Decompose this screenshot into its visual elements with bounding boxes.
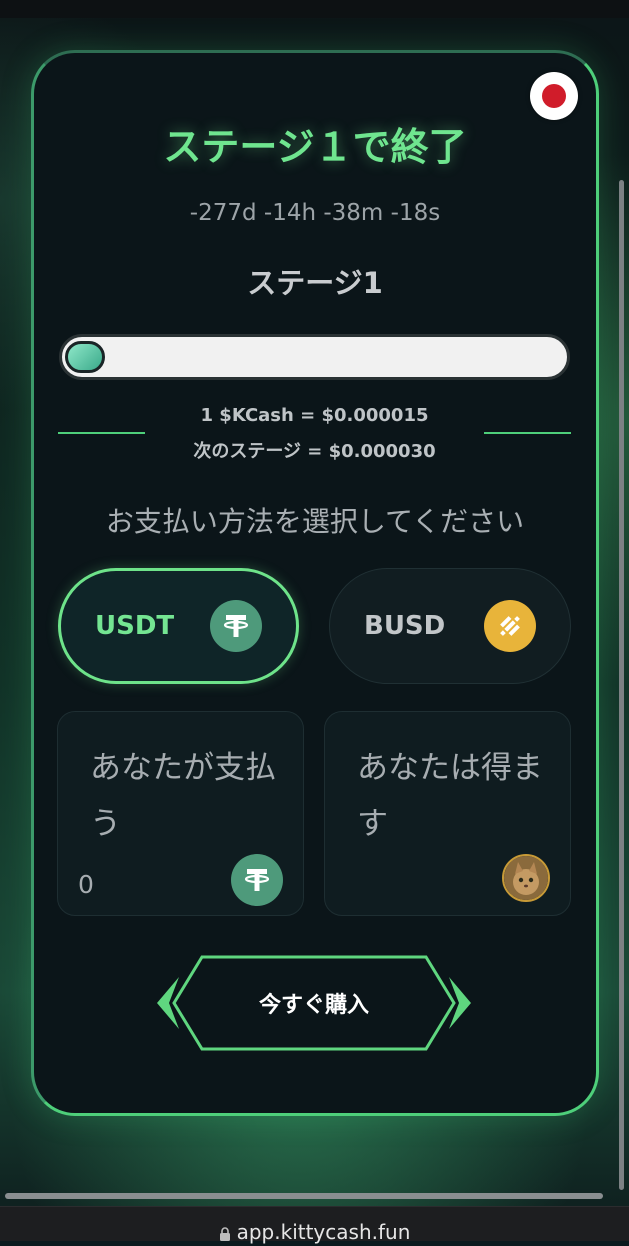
- token-price: 1 $KCash = $0.000015: [200, 405, 429, 426]
- payment-method-prompt: お支払い方法を選択してください: [105, 505, 525, 538]
- stage-end-title: ステージ１で終了: [163, 125, 467, 169]
- divider-right: [484, 432, 571, 434]
- lock-icon: [219, 1222, 231, 1246]
- countdown-timer: -277d -14h -38m -18s: [189, 200, 441, 226]
- kittycash-cat-icon: [502, 854, 550, 902]
- tether-icon: [231, 854, 283, 906]
- receive-amount-label: あなたは得ます: [357, 750, 543, 842]
- stage-label: ステージ1: [247, 266, 383, 300]
- url-text: app.kittycash.fun: [236, 1220, 411, 1244]
- pay-amount-field[interactable]: あなたが支払う 0: [57, 711, 304, 916]
- busd-label: BUSD: [364, 611, 446, 641]
- horizontal-scrollbar[interactable]: [5, 1193, 603, 1199]
- divider-left: [58, 432, 145, 434]
- stage-progress-bar: [59, 334, 570, 380]
- pay-amount-value[interactable]: 0: [78, 870, 94, 899]
- language-selector[interactable]: [530, 72, 578, 120]
- buy-now-label: 今すぐ購入: [258, 993, 369, 1018]
- next-stage-price: 次のステージ = $0.000030: [193, 441, 436, 462]
- tether-icon: [210, 600, 262, 652]
- usdt-payment-button[interactable]: USDT: [58, 568, 299, 684]
- url-text-container[interactable]: app.kittycash.fun: [0, 1220, 629, 1246]
- binance-icon: [484, 600, 536, 652]
- status-bar: [0, 0, 629, 18]
- usdt-label: USDT: [95, 611, 175, 641]
- buy-now-button[interactable]: 今すぐ購入: [155, 954, 473, 1052]
- pay-amount-label: あなたが支払う: [90, 750, 276, 842]
- progress-fill: [65, 341, 105, 373]
- vertical-scrollbar[interactable]: [619, 180, 624, 1190]
- busd-payment-button[interactable]: BUSD: [329, 568, 571, 684]
- receive-amount-field: あなたは得ます: [324, 711, 571, 916]
- japan-flag-icon: [542, 84, 566, 108]
